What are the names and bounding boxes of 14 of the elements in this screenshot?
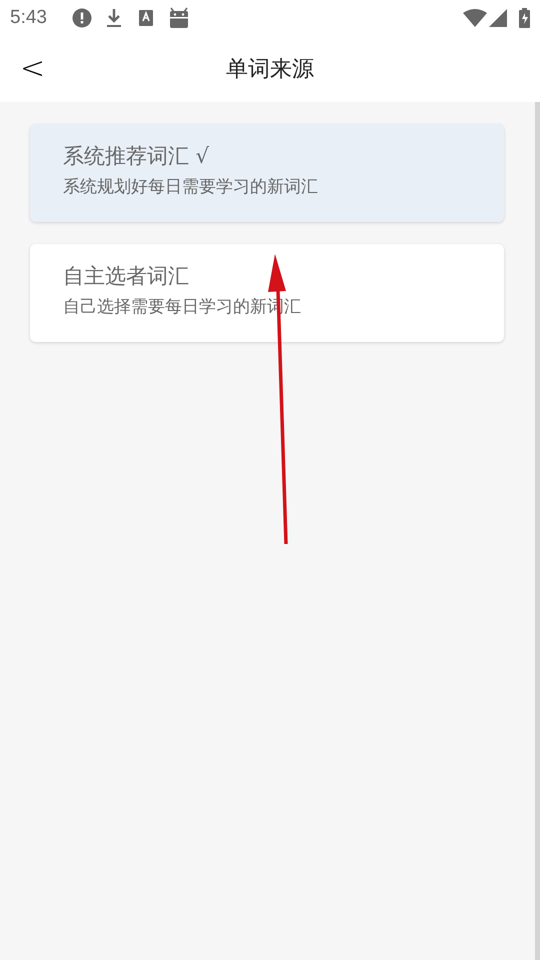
alert-icon	[72, 8, 92, 28]
font-icon	[138, 10, 153, 26]
back-button[interactable]: <	[20, 52, 46, 86]
status-time: 5:43	[10, 6, 47, 30]
robot-icon	[168, 7, 189, 29]
option-description: 系统规划好每日需要学习的新词汇	[63, 176, 319, 199]
download-icon	[106, 8, 122, 28]
option-title: 系统推荐词汇 √	[63, 143, 210, 170]
battery-icon	[519, 8, 530, 28]
option-card[interactable]: 系统推荐词汇 √ 系统规划好每日需要学习的新词汇	[30, 124, 504, 222]
wifi-icon	[463, 9, 487, 27]
page-title: 单词来源	[226, 56, 314, 84]
signal-icon	[489, 9, 507, 27]
option-title: 自主选者词汇	[63, 263, 190, 290]
